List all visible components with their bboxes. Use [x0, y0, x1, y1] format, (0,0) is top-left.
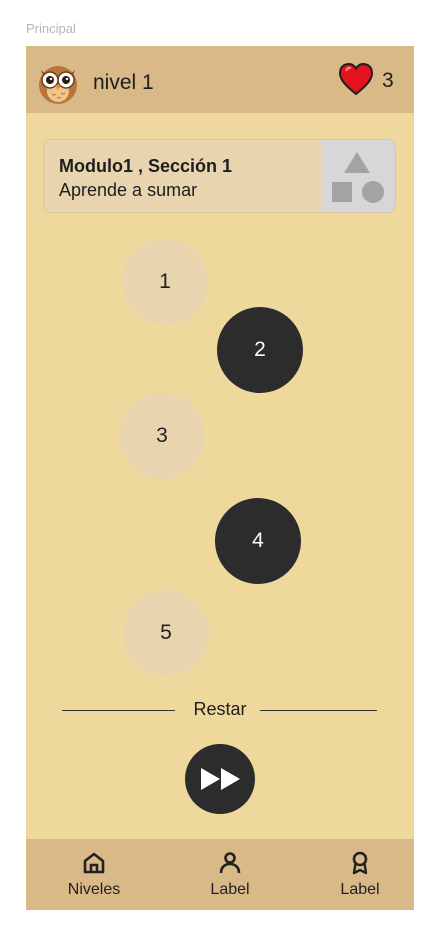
- owl-icon: [39, 66, 77, 104]
- section-divider-label: Restar: [193, 699, 247, 719]
- app-screen: nivel 1 3 Modulo1 , Sección 1 Aprende a …: [26, 46, 414, 910]
- award-icon: [352, 851, 368, 875]
- level-step-3[interactable]: 3: [119, 393, 205, 479]
- home-icon: [83, 852, 105, 874]
- fast-forward-icon: [201, 768, 240, 790]
- nav-item-awards[interactable]: Label: [310, 839, 410, 910]
- top-bar: nivel 1 3: [26, 46, 414, 113]
- step-label: 3: [156, 424, 168, 447]
- fast-forward-button[interactable]: [185, 744, 255, 814]
- module-card[interactable]: Modulo1 , Sección 1 Aprende a sumar: [43, 139, 396, 213]
- shapes-placeholder-icon: [321, 140, 395, 212]
- module-title: Modulo1 , Sección 1: [59, 156, 233, 176]
- nav-item-profile[interactable]: Label: [180, 839, 280, 910]
- step-label: 1: [159, 270, 171, 293]
- level-step-4[interactable]: 4: [215, 498, 301, 584]
- heart-icon: [338, 62, 374, 96]
- module-subtitle: Aprende a sumar: [59, 180, 198, 200]
- nav-label: Niveles: [67, 881, 121, 898]
- level-step-2[interactable]: 2: [217, 307, 303, 393]
- nav-label: Label: [340, 881, 380, 898]
- level-step-1[interactable]: 1: [122, 239, 208, 325]
- user-icon: [219, 852, 241, 874]
- nav-label: Label: [210, 881, 250, 898]
- step-label: 4: [252, 529, 264, 552]
- lives-count: 3: [382, 69, 394, 92]
- nav-item-niveles[interactable]: Niveles: [44, 839, 144, 910]
- bottom-nav: Niveles Label Label: [26, 839, 414, 910]
- level-title: nivel 1: [93, 71, 154, 94]
- step-label: 5: [160, 621, 172, 644]
- step-label: 2: [254, 338, 266, 361]
- level-step-5[interactable]: 5: [123, 590, 209, 676]
- frame-label: Principal: [26, 21, 76, 36]
